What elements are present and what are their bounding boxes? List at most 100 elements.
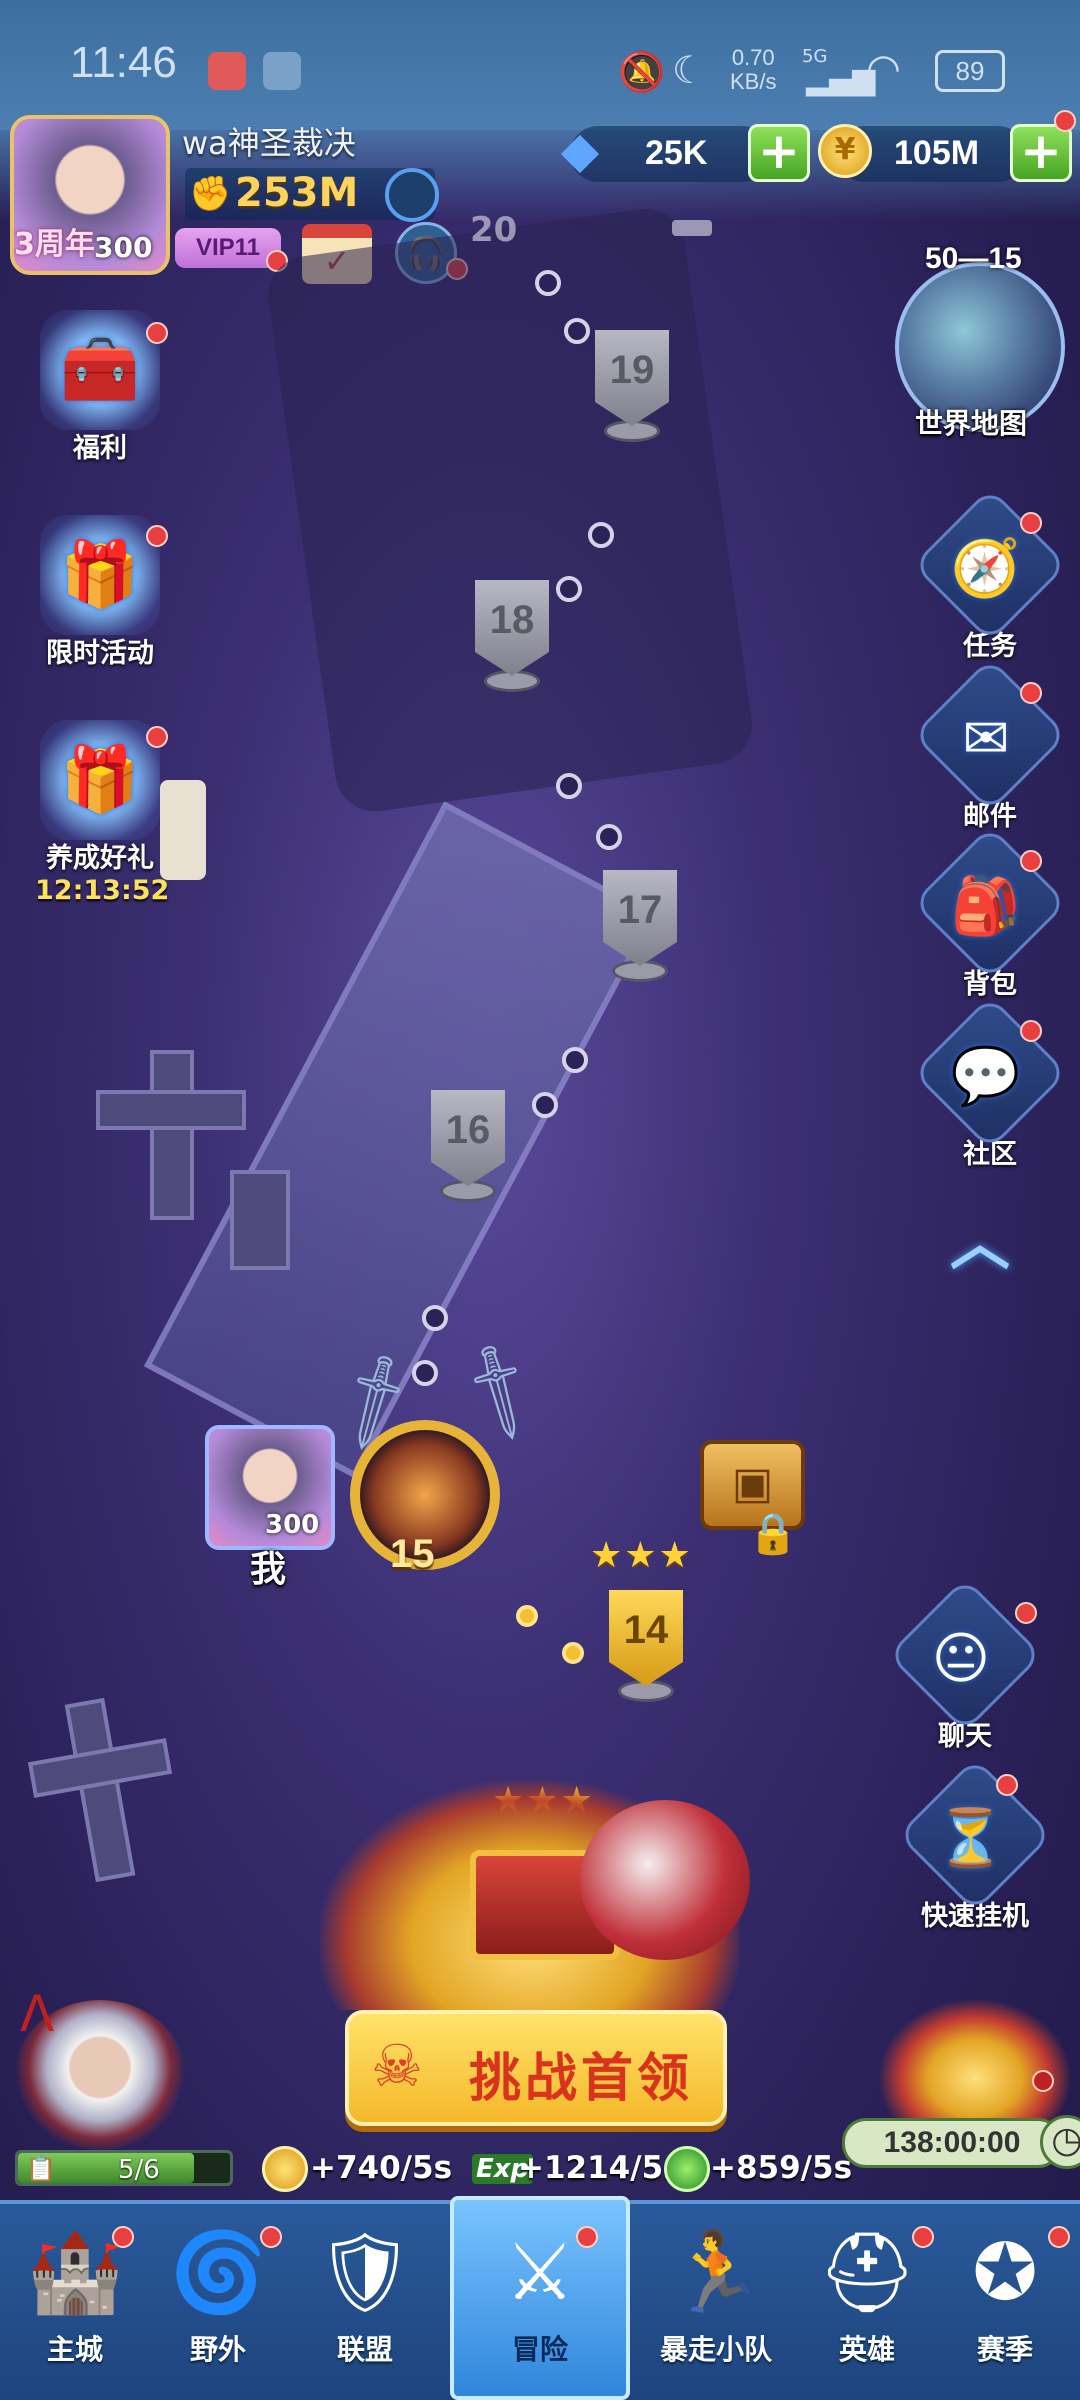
compass-icon: 🧭: [912, 487, 1068, 643]
add-gems-button[interactable]: +: [748, 124, 810, 182]
growth-notification-dot: [146, 726, 168, 748]
gift-clock-icon: 🎁: [40, 515, 160, 635]
world-map-label: 世界地图: [915, 407, 1028, 440]
main-city-dot: [112, 2226, 134, 2248]
stage-14-number: 14: [609, 1590, 683, 1686]
gem-value: 25K: [645, 134, 708, 172]
battery-icon: 89: [935, 50, 1005, 92]
path-dot: [535, 270, 561, 296]
speech-bubble-icon: 💬: [912, 995, 1068, 1151]
growth-gift-label: 养成好礼: [46, 843, 154, 874]
signal-icon: ▂▄▆: [806, 62, 876, 97]
net-speed-unit: KB/s: [730, 69, 777, 94]
gold-rate: +740/5s: [310, 2150, 453, 2186]
gold-value: 105M: [894, 134, 980, 172]
growth-gift-button[interactable]: 🎁 养成好礼 12:13:52: [35, 720, 170, 906]
stage-marker-partial: [672, 220, 712, 236]
anniversary-badge: 3周年: [14, 227, 95, 262]
stage-20-label: 20: [470, 210, 518, 250]
stage-15-number: 15: [390, 1532, 435, 1576]
gold-path-dot: [516, 1605, 538, 1627]
stage-flag-19[interactable]: 19: [592, 330, 672, 442]
challenge-boss-label: 挑战首领: [469, 2049, 694, 2109]
energy-value: 5/6: [118, 2155, 160, 2185]
gravestone-cross: [150, 1050, 194, 1220]
path-dot: [596, 824, 622, 850]
gift-box-icon: 🎁: [40, 720, 160, 840]
mute-icon: 🔕: [618, 50, 666, 94]
runner-icon: 🏃: [667, 2228, 765, 2318]
stage-flag-18[interactable]: 18: [472, 580, 552, 692]
skull-icon: ☠: [371, 2032, 423, 2100]
stage-flag-16[interactable]: 16: [428, 1090, 508, 1202]
welfare-label: 福利: [73, 433, 127, 464]
net-speed-value: 0.70: [731, 45, 775, 70]
path-dot: [422, 1305, 448, 1331]
status-time: 11:46: [70, 38, 177, 87]
app-notification-icon: [208, 52, 246, 90]
power-detail-icon[interactable]: [385, 168, 439, 222]
horn-icon: ᐱ: [20, 1985, 55, 2043]
path-dot: [556, 773, 582, 799]
path-dot: [564, 318, 590, 344]
collapse-chevron-up-icon[interactable]: ︿: [950, 1195, 1010, 1282]
idle-timer: 138:00:00: [842, 2118, 1062, 2168]
clipboard-icon: 📋: [26, 2155, 56, 2183]
stage-19-number: 19: [595, 330, 669, 426]
nav-alliance[interactable]: 🛡 联盟: [290, 2210, 440, 2390]
app-notification-icon-2: [263, 52, 301, 90]
wifi-icon: ◠: [866, 46, 901, 92]
boss-dragon: [580, 1800, 750, 1960]
player-avatar[interactable]: 3周年 300: [10, 115, 170, 275]
idle-chest-dot: [1032, 2070, 1054, 2092]
stage-18-number: 18: [475, 580, 549, 676]
nav-main-city-label: 主城: [46, 2333, 103, 2366]
season-dot: [1048, 2226, 1070, 2248]
stage-flag-17[interactable]: 17: [600, 870, 680, 982]
welfare-notification-dot: [146, 322, 168, 344]
energy-bar: 📋 5/6: [15, 2150, 233, 2186]
nav-season-label: 赛季: [976, 2333, 1033, 2366]
status-bar: 11:46 🔕 ☾ 0.70 KB/s 5G ▂▄▆ ◠ 89: [0, 0, 1080, 130]
my-position-label: 我: [250, 1549, 287, 1590]
add-gold-button[interactable]: +: [1010, 124, 1072, 182]
stone-rate-icon: [664, 2146, 710, 2192]
mail-notification-dot: [1020, 682, 1042, 704]
gift-chest-icon: 🧰: [40, 310, 160, 430]
hourglass-icon: ⏳: [897, 1757, 1053, 1913]
path-dot: [532, 1092, 558, 1118]
gravestone-cross-arm: [96, 1090, 246, 1130]
gold-notification-dot: [1054, 110, 1076, 132]
chat-notification-dot: [1015, 1602, 1037, 1624]
path-dot: [556, 576, 582, 602]
fist-icon: ✊: [189, 174, 232, 214]
wild-dot: [260, 2226, 282, 2248]
portal-icon: 🌀: [169, 2228, 267, 2318]
quest-notification-dot: [1020, 512, 1042, 534]
idle-reward-chest[interactable]: [880, 2000, 1070, 2130]
growth-gift-timer: 12:13:52: [35, 875, 170, 906]
challenge-boss-button[interactable]: ☠ 挑战首领: [345, 2010, 727, 2126]
candle: [160, 780, 206, 880]
quick-idle-button[interactable]: ⏳ 快速挂机: [897, 1757, 1053, 1933]
nav-alliance-label: 联盟: [336, 2333, 393, 2366]
chat-bubble-icon: 😐: [887, 1577, 1043, 1733]
stage-16-number: 16: [431, 1090, 505, 1186]
my-level: 300: [265, 1510, 320, 1540]
gem-icon: ◆: [560, 121, 600, 179]
rock-path: [263, 203, 757, 817]
bag-notification-dot: [1020, 850, 1042, 872]
adventure-dot: [576, 2226, 598, 2248]
stage-flag-14[interactable]: 14: [606, 1590, 686, 1702]
envelope-icon: ✉: [912, 657, 1068, 813]
stage-17-number: 17: [603, 870, 677, 966]
chat-button[interactable]: 😐 聊天: [887, 1577, 1043, 1753]
dnd-moon-icon: ☾: [672, 48, 707, 92]
power-value: 253M: [235, 170, 359, 216]
nav-wild-label: 野外: [189, 2333, 246, 2366]
stage-14-stars: ★★★: [590, 1535, 693, 1576]
gravestone: [230, 1170, 290, 1270]
network-speed: 0.70 KB/s: [730, 46, 776, 94]
gold-path-dot: [562, 1642, 584, 1664]
nav-squad[interactable]: 🏃 暴走小队: [636, 2210, 796, 2390]
